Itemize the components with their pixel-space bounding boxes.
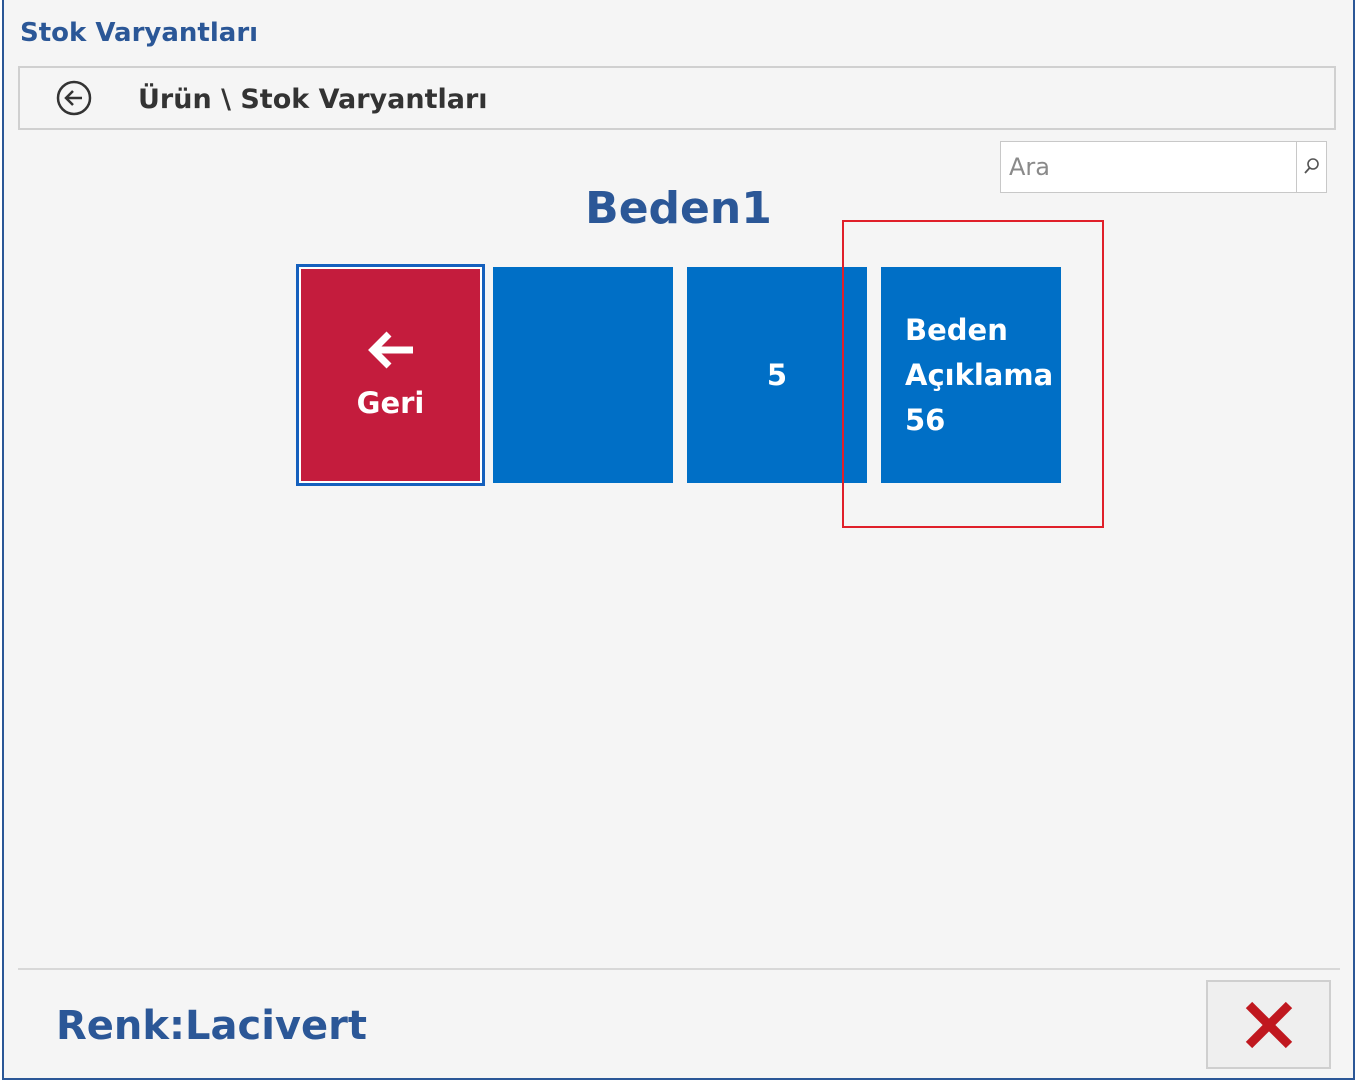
variant-tile-empty[interactable] <box>493 267 673 483</box>
close-button[interactable] <box>1206 980 1331 1069</box>
footer-label: Renk:Lacivert <box>56 1003 367 1049</box>
variant-tile-beden-aciklama[interactable]: Beden Açıklama 56 <box>881 267 1061 483</box>
variant-tile-label: 5 <box>766 358 788 392</box>
variant-tile-5[interactable]: 5 <box>687 267 867 483</box>
close-icon <box>1245 1001 1292 1048</box>
breadcrumb: Ürün \ Stok Varyantları <box>18 66 1336 130</box>
footer-divider <box>18 968 1340 970</box>
variant-tile-line: Açıklama <box>905 357 1054 392</box>
search-icon <box>1303 158 1319 174</box>
window-title: Stok Varyantları <box>20 18 259 48</box>
back-tile-label: Geri <box>356 386 425 420</box>
breadcrumb-text: Ürün \ Stok Varyantları <box>138 84 488 115</box>
app-window: Stok Varyantları Ürün \ Stok Varyantları… <box>2 0 1355 1080</box>
group-title: Beden1 <box>585 183 772 234</box>
back-circle-icon[interactable] <box>56 80 92 116</box>
arrow-left-icon <box>367 331 413 369</box>
back-tile-button[interactable]: Geri <box>296 264 485 486</box>
back-tile-body: Geri <box>301 269 480 481</box>
variant-tile-line: Beden <box>905 312 1008 347</box>
variant-tile-line: 56 <box>905 402 946 437</box>
